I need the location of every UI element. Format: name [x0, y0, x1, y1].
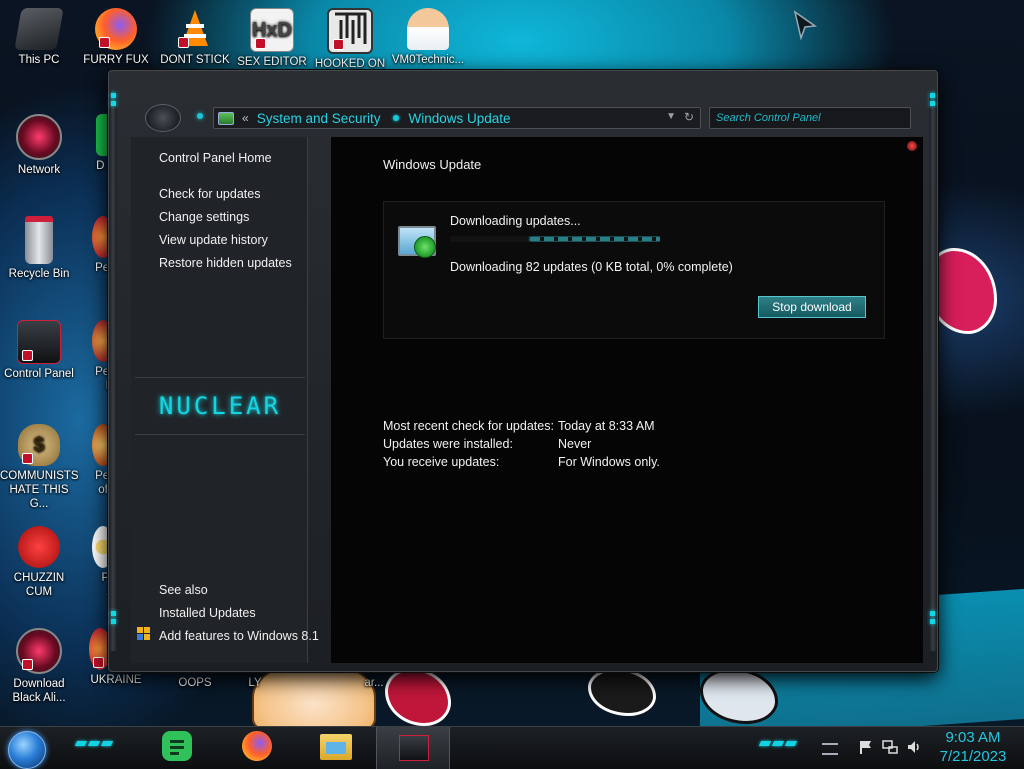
change-settings-link[interactable]: Change settings	[159, 210, 249, 224]
add-features-link[interactable]: Add features to Windows 8.1	[159, 629, 319, 643]
desktop-icon-furry-fux[interactable]: FURRY FUX	[77, 8, 155, 67]
desktop-icon-hooked-on[interactable]: HOOKED ON	[311, 8, 389, 71]
search-box[interactable]	[709, 107, 911, 129]
info-value: For Windows only.	[558, 455, 660, 469]
network-icon[interactable]	[882, 739, 898, 755]
system-clock[interactable]: 9:03 AM 7/21/2023	[930, 728, 1016, 766]
see-also-heading: See also	[159, 583, 208, 597]
chuzzle-icon	[18, 526, 60, 568]
desktop-icon-download-black[interactable]: Download Black Ali...	[0, 628, 78, 705]
installed-updates-link[interactable]: Installed Updates	[159, 606, 256, 620]
windows-update-window: « System and Security Windows Update ▼ ↻…	[108, 70, 938, 672]
refresh-icon[interactable]: ↻	[684, 110, 694, 124]
info-value: Never	[558, 437, 592, 451]
recycle-bin-icon	[25, 216, 53, 264]
main-content: Windows Update Downloading updates... Do…	[331, 137, 923, 663]
download-status-panel: Downloading updates... Downloading 82 up…	[383, 201, 885, 339]
sync-arrow-icon	[414, 236, 436, 258]
desktop-icon-dont-stick[interactable]: DONT STICK	[156, 8, 234, 67]
info-label: You receive updates:	[383, 455, 500, 469]
download-progress-bar	[450, 236, 660, 242]
money-bag-icon: $	[18, 424, 60, 466]
desktop-icon-oops[interactable]: OOPS	[156, 676, 234, 690]
navigation-bar: « System and Security Windows Update ▼ ↻	[131, 101, 921, 133]
computer-icon	[14, 8, 64, 50]
desktop-icon-ly[interactable]: LY	[240, 676, 270, 690]
firefox-icon	[95, 8, 137, 50]
desktop-icon-sex-editor[interactable]: HxD SEX EDITOR	[233, 8, 311, 69]
check-for-updates-link[interactable]: Check for updates	[159, 187, 260, 201]
download-status-text: Downloading 82 updates (0 KB total, 0% c…	[450, 260, 733, 274]
taskbar-decoration	[74, 741, 114, 746]
page-title: Windows Update	[383, 157, 482, 172]
start-orb-button[interactable]	[8, 731, 46, 769]
breadcrumb-system-and-security[interactable]: System and Security	[257, 111, 381, 126]
help-icon[interactable]	[907, 141, 917, 151]
info-label: Most recent check for updates:	[383, 419, 554, 433]
network-orb-icon	[16, 114, 62, 160]
doctor-avatar-icon	[407, 8, 449, 50]
task-pane: Control Panel Home Check for updates Cha…	[131, 137, 319, 663]
control-panel-crumb-icon	[218, 111, 234, 125]
maze-icon	[327, 8, 373, 54]
control-panel-icon	[17, 320, 61, 364]
desktop-icon-this-pc[interactable]: This PC	[0, 8, 78, 67]
info-label: Updates were installed:	[383, 437, 513, 451]
breadcrumb-windows-update[interactable]: Windows Update	[409, 111, 511, 126]
nuclear-theme-logo: NUCLEAR	[135, 377, 305, 435]
view-update-history-link[interactable]: View update history	[159, 233, 268, 247]
taskbar-decoration	[758, 741, 798, 746]
action-center-flag-icon[interactable]	[858, 739, 874, 755]
control-panel-home-link[interactable]: Control Panel Home	[159, 151, 272, 165]
clock-date: 7/21/2023	[939, 748, 1007, 765]
info-value: Today at 8:33 AM	[558, 419, 655, 433]
back-forward-icon[interactable]	[145, 104, 181, 132]
volume-icon[interactable]	[906, 739, 922, 755]
download-heading: Downloading updates...	[450, 214, 581, 228]
file-explorer-icon[interactable]	[320, 731, 354, 765]
desktop-icon-vm0technic[interactable]: VM0Technic...	[389, 8, 467, 67]
stop-download-button[interactable]: Stop download	[758, 296, 866, 318]
taskbar: 9:03 AM 7/21/2023	[0, 726, 1024, 769]
address-bar[interactable]: « System and Security Windows Update ▼ ↻	[213, 107, 701, 129]
hxd-icon: HxD	[250, 8, 294, 52]
network-orb-icon	[16, 628, 62, 674]
control-panel-icon	[399, 735, 429, 761]
breadcrumb-overflow-icon[interactable]: «	[242, 111, 249, 125]
control-panel-taskbar-button[interactable]	[376, 727, 450, 769]
vlc-cone-icon	[174, 8, 216, 50]
mouse-cursor-icon	[793, 10, 818, 40]
clock-time: 9:03 AM	[945, 729, 1001, 746]
show-hidden-icons-icon[interactable]	[822, 743, 838, 755]
desktop-icon-ar[interactable]: ar...	[354, 676, 394, 690]
windows-features-icon	[137, 627, 151, 641]
restore-hidden-updates-link[interactable]: Restore hidden updates	[159, 256, 292, 270]
search-input[interactable]	[710, 108, 910, 128]
address-dropdown-icon[interactable]: ▼	[666, 111, 676, 122]
firefox-icon[interactable]	[242, 731, 276, 765]
messaging-icon[interactable]	[162, 731, 196, 765]
